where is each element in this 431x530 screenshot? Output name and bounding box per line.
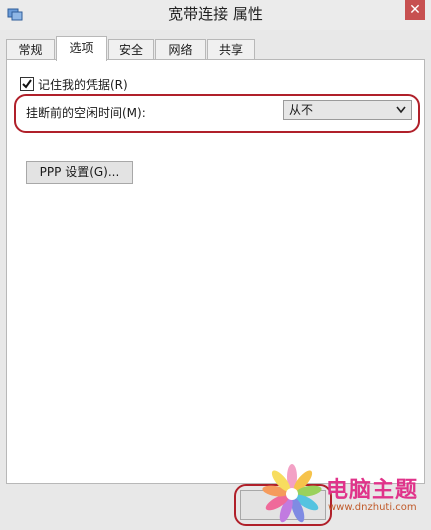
chevron-down-icon <box>396 106 406 114</box>
idle-time-value: 从不 <box>289 103 314 117</box>
tab-options[interactable]: 选项 <box>56 36 107 61</box>
checkmark-icon <box>22 79 32 89</box>
title-bar: 宽带连接 属性 ✕ <box>0 0 431 30</box>
watermark-brand: 电脑主题 <box>326 478 419 503</box>
idle-time-select[interactable]: 从不 <box>283 100 412 120</box>
tab-networking[interactable]: 网络 <box>155 39 206 59</box>
idle-time-label: 挂断前的空闲时间(M): <box>26 106 146 120</box>
ppp-settings-button[interactable]: PPP 设置(G)... <box>26 161 133 184</box>
close-button[interactable]: ✕ <box>405 0 425 20</box>
tab-sharing[interactable]: 共享 <box>207 39 255 59</box>
tab-security[interactable]: 安全 <box>108 39 154 59</box>
watermark-url: www.dnzhuti.com <box>328 502 417 513</box>
remember-credentials-label: 记住我的凭据(R) <box>38 78 128 92</box>
tab-general[interactable]: 常规 <box>6 39 55 59</box>
window-title: 宽带连接 属性 <box>168 5 263 23</box>
remember-credentials-row[interactable]: 记住我的凭据(R) <box>20 77 128 93</box>
remember-credentials-checkbox[interactable] <box>20 77 34 91</box>
